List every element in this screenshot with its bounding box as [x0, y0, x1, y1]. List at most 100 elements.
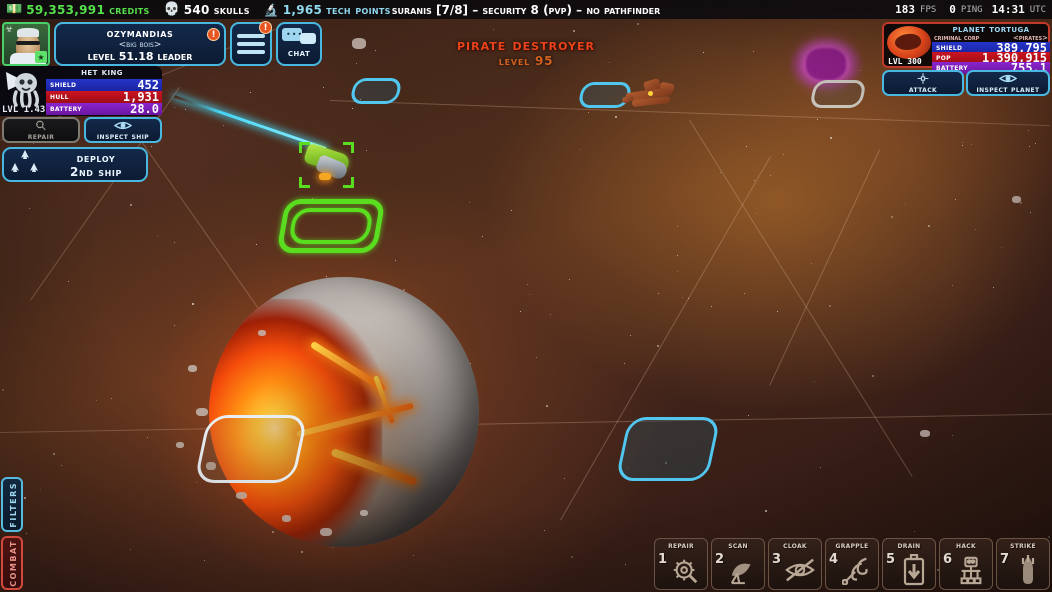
ability-hack[interactable]: Hack 6: [939, 538, 993, 590]
player-header: ☣ ★ Ozymandias <Big bois> Level 51.18 Le…: [2, 21, 322, 66]
anomaly-core: [806, 48, 846, 80]
avatar-visor: [16, 41, 40, 45]
star: [528, 293, 530, 295]
deploy-second-ship-button[interactable]: Deploy 2nd Ship: [2, 147, 148, 182]
ability-label: Repair: [668, 541, 694, 551]
debris: [196, 408, 208, 416]
tech-label: Tech Points: [326, 2, 391, 17]
star: [871, 374, 874, 377]
star: [810, 262, 812, 264]
star: [468, 201, 470, 203]
inspect-ship-label: Inspect Ship: [96, 132, 150, 141]
map-hex-tile-blocked[interactable]: [809, 80, 867, 108]
hamburger-menu-icon[interactable]: !: [230, 21, 272, 66]
planet-corp: Criminal Corp: [934, 34, 980, 42]
star: [745, 145, 747, 147]
satellite-dish-icon: [724, 551, 762, 589]
speech-bubbles-icon: •••: [282, 28, 316, 48]
ship-engine-glow: [319, 173, 331, 180]
ability-repair[interactable]: Repair 1: [654, 538, 708, 590]
star: [710, 305, 712, 307]
deploy-label-group: Deploy 2nd Ship: [46, 151, 146, 179]
ship-selection-ring-inner: [287, 208, 375, 244]
game-screen: 💵 59,353,991 Credits 💀 540 Skulls 🔬 1,96…: [0, 0, 1052, 592]
map-hex-tile[interactable]: [615, 417, 721, 481]
skulls-label: Skulls: [213, 2, 250, 17]
player-notification-badge[interactable]: !: [207, 28, 220, 41]
star: [2, 388, 4, 391]
lava-planet-icon: [887, 26, 931, 59]
planet-info-panel: LVL 300 Planet Tortuga Criminal Corp <Pi…: [882, 22, 1050, 75]
star: [203, 559, 205, 561]
ability-cloak[interactable]: Cloak 3: [768, 538, 822, 590]
debris: [188, 365, 197, 372]
planet-tortuga-sprite[interactable]: [209, 277, 479, 547]
ability-label: Hack: [956, 541, 976, 551]
ability-label: Strike: [1010, 541, 1036, 551]
star: [829, 136, 832, 139]
player-name: Ozymandias: [106, 26, 174, 40]
selection-bracket: [299, 177, 310, 188]
chat-button[interactable]: ••• Chat: [276, 22, 322, 66]
ping-label: PING: [960, 4, 983, 15]
debris: [920, 430, 930, 437]
three-ships-icon: [4, 149, 46, 181]
avatar-hair: [17, 28, 39, 37]
top-status-bar: 💵 59,353,991 Credits 💀 540 Skulls 🔬 1,96…: [0, 0, 1052, 19]
ability-grapple[interactable]: Grapple 4: [825, 538, 879, 590]
star: [970, 144, 972, 146]
ability-hotkey: 5: [886, 552, 896, 567]
star: [961, 144, 963, 146]
hack-terminal-icon: [952, 551, 990, 589]
credits-value: 59,353,991: [26, 2, 106, 17]
ability-hotkey: 2: [715, 552, 725, 567]
star: [637, 22, 640, 25]
star: [322, 86, 324, 88]
ability-hotkey: 3: [772, 552, 782, 567]
player-name-card[interactable]: Ozymandias <Big bois> Level 51.18 Leader…: [54, 22, 226, 66]
star: [676, 270, 678, 272]
selection-bracket: [299, 142, 310, 153]
pirate-destroyer-sprite[interactable]: [621, 77, 682, 114]
star: [482, 235, 484, 237]
ability-label: Grapple: [835, 541, 869, 551]
ability-scan[interactable]: Scan 2: [711, 538, 765, 590]
fps-value: 183: [895, 3, 916, 16]
stat-key: Battery: [50, 104, 82, 114]
deploy-label-line1: Deploy: [76, 150, 116, 165]
eye-icon: [999, 74, 1017, 83]
avatar[interactable]: ☣ ★: [2, 22, 50, 66]
debris: [282, 515, 291, 522]
star: [67, 280, 69, 282]
star: [519, 311, 521, 313]
ability-strike[interactable]: Strike 7: [996, 538, 1050, 590]
ability-drain[interactable]: Drain 5: [882, 538, 936, 590]
ability-label: Cloak: [783, 541, 807, 551]
combat-tab[interactable]: Combat: [1, 536, 23, 590]
map-hex-tile-blocked[interactable]: [193, 415, 309, 483]
star: [129, 548, 131, 550]
battery-drain-icon: [895, 551, 933, 589]
skulls-readout: 💀 540 Skulls: [164, 3, 250, 17]
star: [572, 29, 575, 32]
inspect-planet-button[interactable]: Inspect Planet: [966, 70, 1050, 96]
selection-bracket: [343, 177, 354, 188]
inspect-ship-button[interactable]: Inspect Ship: [84, 117, 162, 143]
ability-label: Scan: [728, 541, 748, 551]
star: [146, 436, 148, 438]
system-info-label: Suranis [7/8] – Security 8 (PvP) – No Pa…: [391, 2, 661, 17]
filters-tab[interactable]: Filters: [1, 477, 23, 532]
inspect-planet-label: Inspect Planet: [976, 85, 1040, 94]
wrench-gear-icon: [36, 120, 46, 131]
attack-button[interactable]: Attack: [882, 70, 964, 96]
pirate-core-glow: [648, 91, 653, 96]
tech-value: 1,965: [282, 2, 323, 17]
repair-button[interactable]: Repair: [2, 117, 80, 143]
debris: [176, 442, 184, 448]
ability-hotkey: 6: [943, 552, 953, 567]
map-hex-tile[interactable]: [349, 78, 403, 104]
menu-notification-badge[interactable]: !: [259, 21, 272, 34]
star: [1027, 129, 1029, 131]
ability-label: Drain: [897, 541, 921, 551]
star: [891, 215, 894, 218]
